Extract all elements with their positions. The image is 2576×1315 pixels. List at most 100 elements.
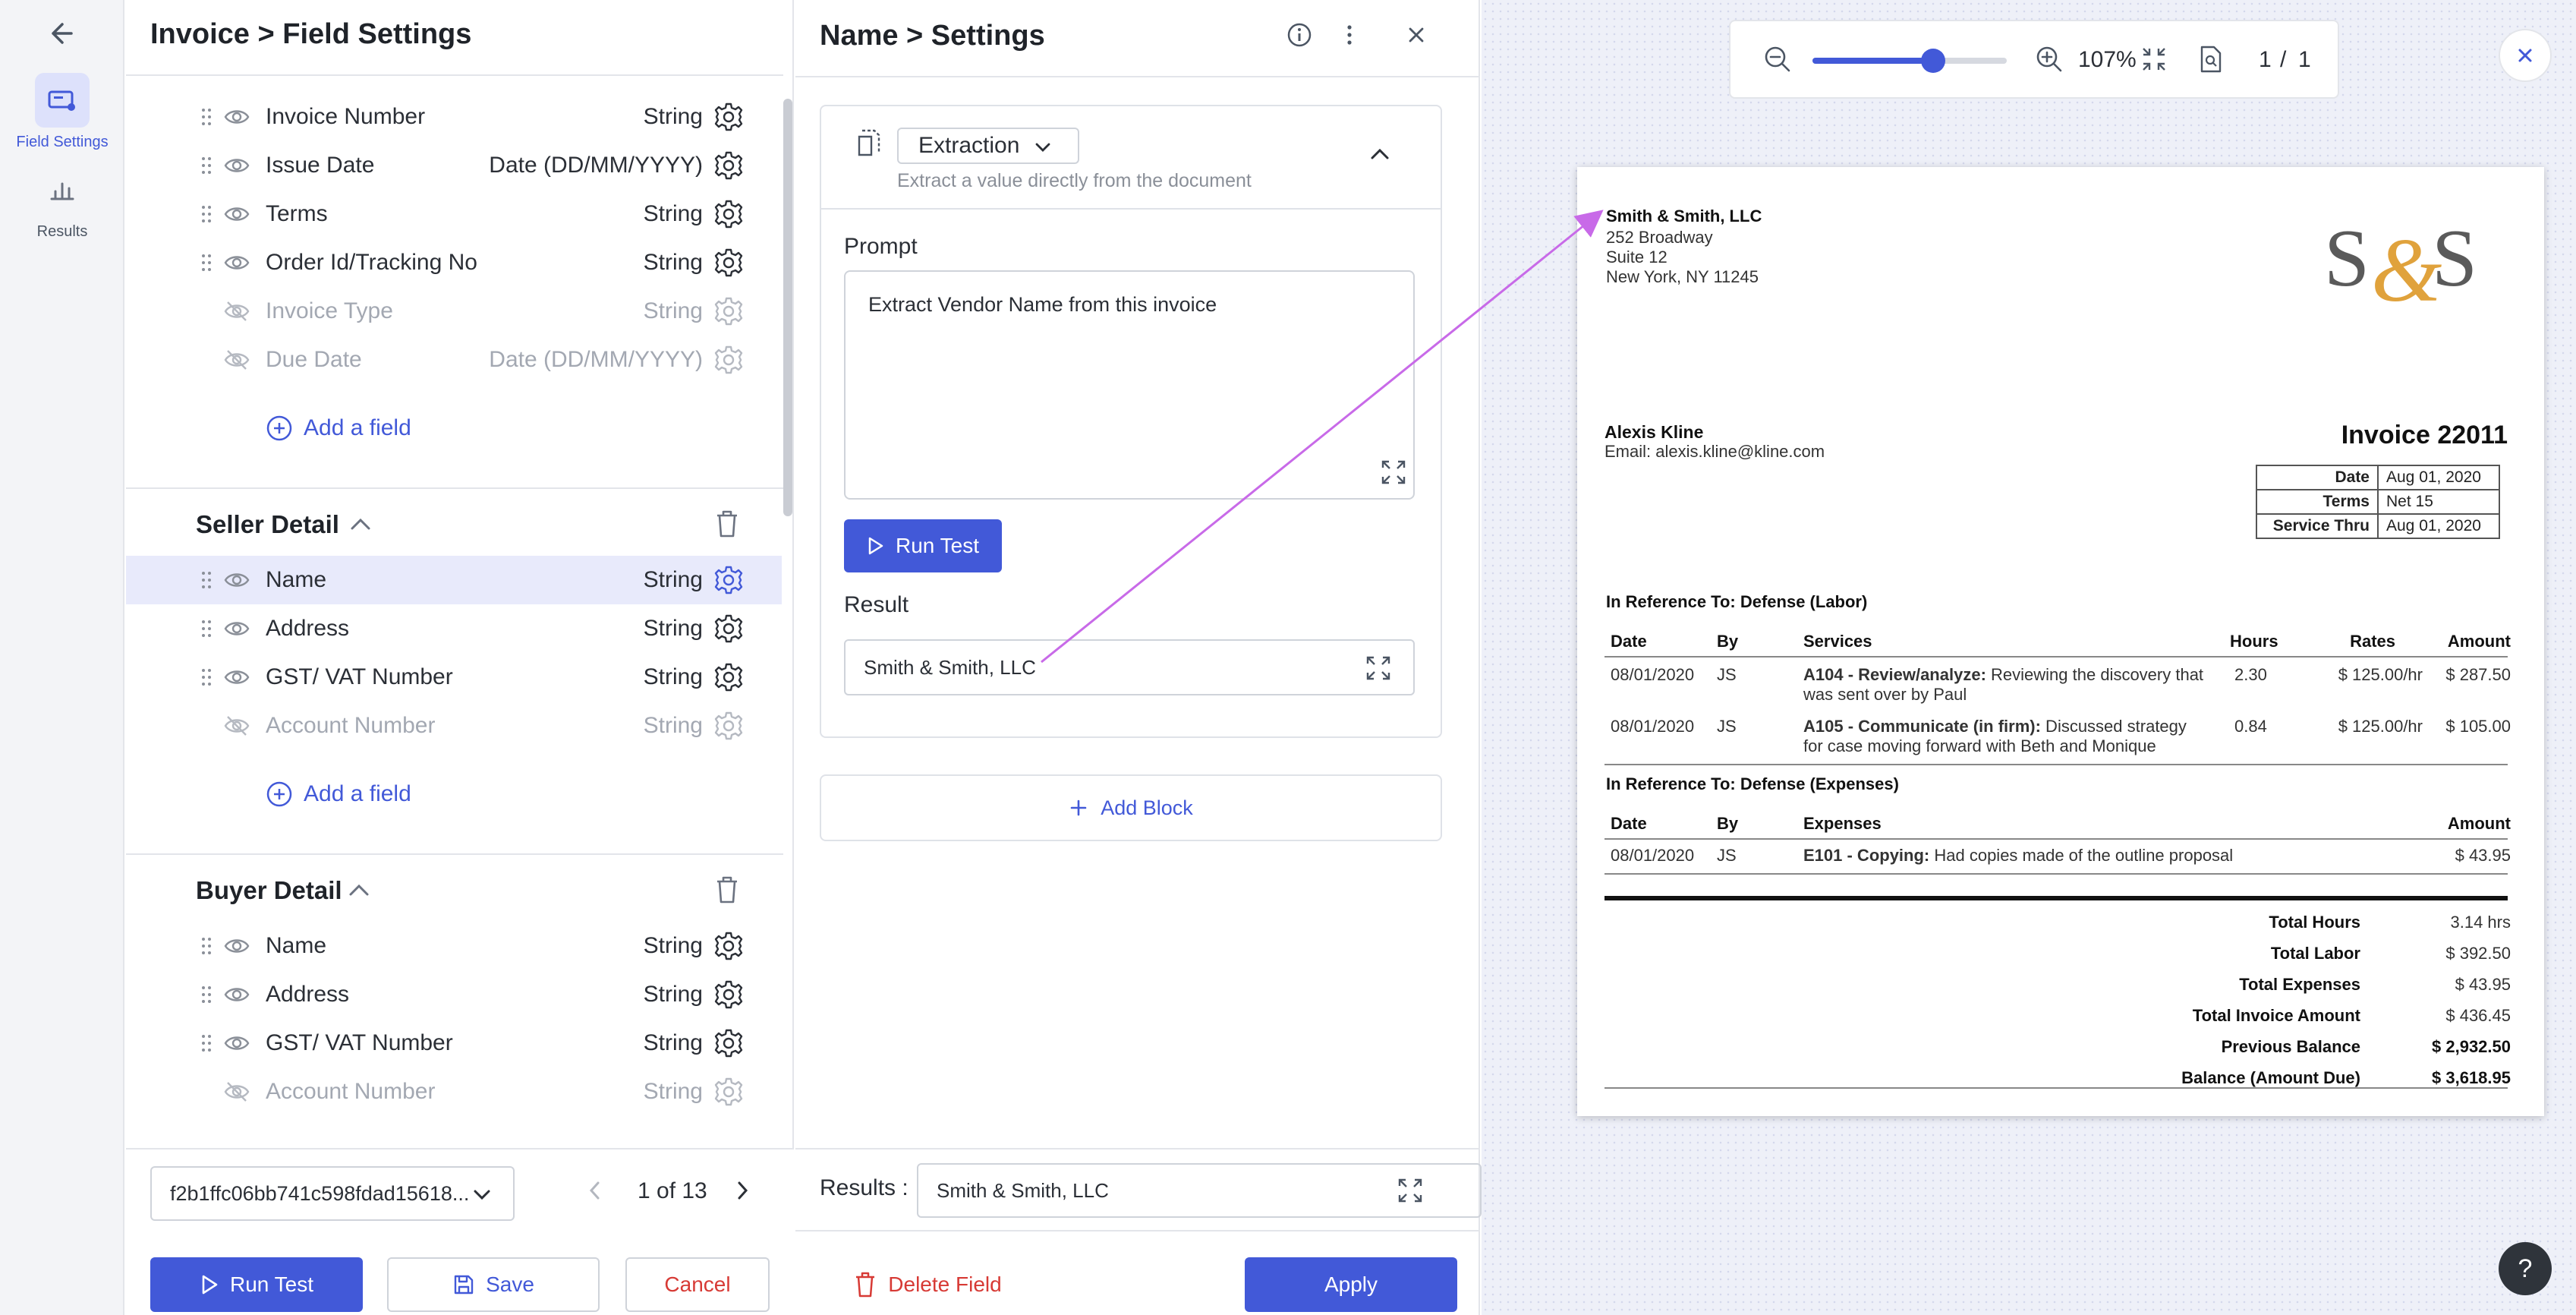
zoom-in-icon[interactable] <box>2034 44 2064 74</box>
document-select[interactable]: f2b1ffc06bb741c598fdad15618... <box>150 1166 515 1221</box>
drag-handle-icon[interactable] <box>200 106 213 128</box>
gear-icon[interactable] <box>713 565 744 595</box>
field-row[interactable]: Invoice Number String <box>126 93 782 141</box>
add-block-button[interactable]: Add Block <box>820 774 1442 841</box>
eye-icon[interactable] <box>223 934 250 958</box>
page-current: 1 <box>2259 47 2272 72</box>
drag-handle-icon[interactable] <box>200 667 213 688</box>
field-settings-footer: f2b1ffc06bb741c598fdad15618... 1 of 13 R… <box>126 1148 794 1315</box>
field-row[interactable]: Invoice Type String <box>126 287 782 336</box>
more-vertical-icon[interactable] <box>1342 21 1357 49</box>
eye-off-icon[interactable] <box>223 299 250 323</box>
drag-handle-icon[interactable] <box>200 252 213 273</box>
gear-icon[interactable] <box>713 345 744 375</box>
collapse-chevron-icon[interactable] <box>1366 143 1393 166</box>
field-row[interactable]: Order Id/Tracking No String <box>126 238 782 287</box>
help-button[interactable]: ? <box>2499 1242 2552 1295</box>
block-run-test-button[interactable]: Run Test <box>844 519 1002 572</box>
field-row[interactable]: Name String <box>126 556 782 604</box>
chevron-up-icon[interactable] <box>348 513 373 536</box>
prev-page-icon[interactable] <box>586 1177 604 1204</box>
info-icon[interactable] <box>1286 21 1313 49</box>
meta-value: Aug 01, 2020 <box>2377 513 2500 539</box>
results-field[interactable]: Smith & Smith, LLC <box>917 1163 1482 1218</box>
field-name: GST/ VAT Number <box>266 664 453 689</box>
cancel-button[interactable]: Cancel <box>625 1257 770 1312</box>
gear-icon[interactable] <box>713 150 744 181</box>
viewer-close-button[interactable] <box>2499 29 2552 82</box>
field-row[interactable]: Terms String <box>126 190 782 238</box>
eye-icon[interactable] <box>223 665 250 689</box>
gear-icon[interactable] <box>713 296 744 326</box>
field-row[interactable]: Account Number String <box>126 1067 782 1116</box>
drag-handle-icon[interactable] <box>200 618 213 639</box>
eye-off-icon[interactable] <box>223 348 250 372</box>
chevron-up-icon[interactable] <box>346 879 372 902</box>
eye-icon[interactable] <box>223 202 250 226</box>
gear-icon[interactable] <box>713 979 744 1010</box>
extraction-doc-icon <box>856 128 883 158</box>
drag-handle-icon[interactable] <box>200 155 213 176</box>
field-type: Date (DD/MM/YYYY) <box>489 153 703 178</box>
gear-icon[interactable] <box>713 102 744 132</box>
eye-off-icon[interactable] <box>223 714 250 738</box>
gear-icon[interactable] <box>713 662 744 692</box>
field-row[interactable]: Account Number String <box>126 702 782 750</box>
drag-handle-icon[interactable] <box>200 569 213 591</box>
rail-results[interactable]: Results <box>0 162 124 241</box>
field-row[interactable]: Address String <box>126 604 782 653</box>
drag-handle-icon[interactable] <box>200 203 213 225</box>
invoice-title: Invoice 22011 <box>2341 421 2508 449</box>
field-row[interactable]: Due Date Date (DD/MM/YYYY) <box>126 336 782 384</box>
save-button[interactable]: Save <box>387 1257 600 1312</box>
field-type: String <box>643 201 703 226</box>
drag-handle-icon[interactable] <box>200 984 213 1005</box>
gear-icon[interactable] <box>713 711 744 741</box>
fit-screen-icon[interactable] <box>2140 46 2168 73</box>
drag-handle-icon[interactable] <box>200 935 213 957</box>
eye-icon[interactable] <box>223 153 250 178</box>
next-page-icon[interactable] <box>733 1177 751 1204</box>
gear-icon[interactable] <box>713 613 744 644</box>
trash-icon[interactable] <box>713 875 741 905</box>
field-row[interactable]: Address String <box>126 970 782 1019</box>
eye-icon[interactable] <box>223 568 250 592</box>
add-field-button[interactable]: Add a field <box>266 415 411 442</box>
cell-date: 08/01/2020 <box>1611 665 1695 684</box>
block-type-select[interactable]: Extraction <box>897 128 1079 164</box>
result-field[interactable]: Smith & Smith, LLC <box>844 639 1415 695</box>
field-row[interactable]: Issue Date Date (DD/MM/YYYY) <box>126 141 782 190</box>
drag-handle-icon[interactable] <box>200 1033 213 1054</box>
field-row[interactable]: GST/ VAT Number String <box>126 1019 782 1067</box>
field-row[interactable]: Name String <box>126 922 782 970</box>
eye-icon[interactable] <box>223 105 250 129</box>
apply-button[interactable]: Apply <box>1245 1257 1457 1312</box>
gear-icon[interactable] <box>713 199 744 229</box>
eye-icon[interactable] <box>223 251 250 275</box>
rail-field-settings[interactable]: Field Settings <box>0 73 124 151</box>
cell-date: 08/01/2020 <box>1611 846 1695 865</box>
eye-icon[interactable] <box>223 617 250 641</box>
eye-off-icon[interactable] <box>223 1080 250 1104</box>
page-search-icon[interactable] <box>2198 44 2224 74</box>
scrollbar[interactable] <box>783 99 792 516</box>
run-test-button[interactable]: Run Test <box>150 1257 363 1312</box>
back-arrow-icon[interactable] <box>43 17 76 50</box>
add-field-button[interactable]: Add a field <box>266 780 411 808</box>
zoom-out-icon[interactable] <box>1762 44 1793 74</box>
gear-icon[interactable] <box>713 1077 744 1107</box>
gear-icon[interactable] <box>713 931 744 961</box>
gear-icon[interactable] <box>713 248 744 278</box>
eye-icon[interactable] <box>223 1031 250 1055</box>
eye-icon[interactable] <box>223 982 250 1007</box>
rail-results-label: Results <box>36 223 88 240</box>
prompt-textarea[interactable]: Extract Vendor Name from this invoice <box>844 270 1415 500</box>
cell-hours: 0.84 <box>2234 717 2267 736</box>
gear-icon[interactable] <box>713 1028 744 1058</box>
field-row[interactable]: GST/ VAT Number String <box>126 653 782 702</box>
close-icon[interactable] <box>1404 23 1428 47</box>
zoom-slider-knob[interactable] <box>1921 49 1945 73</box>
trash-icon[interactable] <box>713 509 741 539</box>
delete-field-button[interactable]: Delete Field <box>852 1257 1003 1312</box>
block-hint: Extract a value directly from the docume… <box>897 170 1252 191</box>
